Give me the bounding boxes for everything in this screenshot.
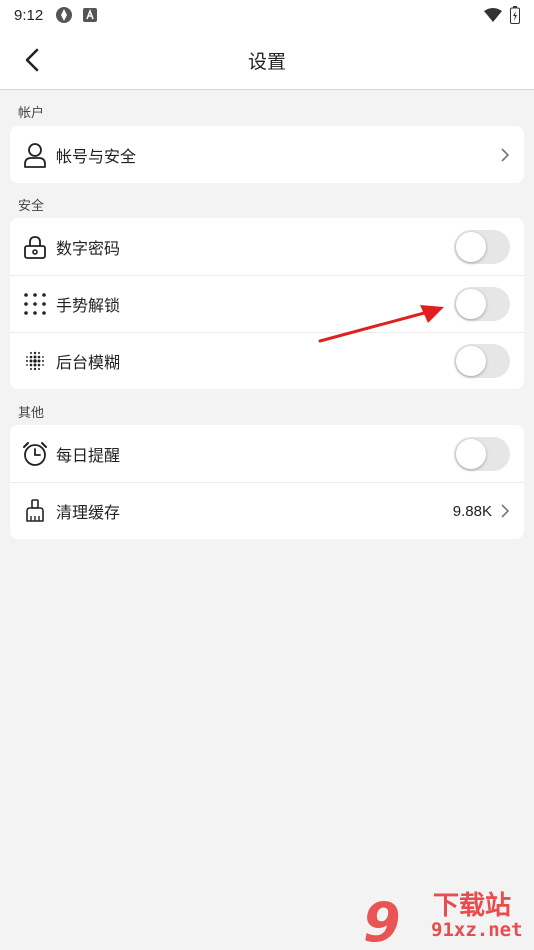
digital-password-label: 数字密码	[56, 238, 121, 258]
status-bar: 9:12	[0, 0, 534, 30]
status-time: 9:12	[14, 6, 44, 24]
gesture-unlock-label: 手势解锁	[56, 296, 121, 315]
dot-grid-icon	[22, 291, 48, 317]
clear-cache-label: 清理缓存	[56, 503, 121, 522]
gesture-unlock-toggle[interactable]	[454, 287, 510, 321]
watermark-text: 下载站	[433, 891, 512, 921]
alarm-clock-icon	[22, 441, 48, 467]
page-title: 设置	[247, 51, 286, 73]
app-bar: 设置	[0, 30, 534, 90]
watermark-number: 9	[363, 891, 401, 950]
text-notification-icon	[83, 8, 98, 22]
account-security-row[interactable]: 帐号与安全	[10, 126, 524, 183]
app-notification-icon	[56, 7, 73, 23]
watermark-logo: 9 下载站 91xz.net	[363, 885, 533, 950]
clear-cache-row[interactable]: 清理缓存 9.88K	[10, 482, 524, 539]
blur-icon	[22, 348, 48, 374]
digital-password-row: 数字密码	[10, 218, 524, 275]
cache-size-value: 9.88K	[452, 502, 492, 520]
other-card: 每日提醒 清理缓存 9.88K	[10, 425, 524, 539]
section-label-security: 安全	[18, 199, 45, 214]
account-security-label: 帐号与安全	[56, 146, 137, 166]
chevron-right-icon	[501, 504, 510, 518]
battery-icon	[510, 6, 520, 24]
section-label-other: 其他	[18, 406, 45, 421]
watermark-site: 91xz.net	[431, 919, 523, 941]
daily-reminder-row: 每日提醒	[10, 425, 524, 482]
background-blur-toggle[interactable]	[454, 344, 510, 378]
daily-reminder-label: 每日提醒	[56, 445, 121, 465]
lock-icon	[22, 234, 48, 260]
background-blur-label: 后台模糊	[56, 353, 121, 372]
user-icon	[22, 142, 48, 168]
account-card: 帐号与安全	[10, 126, 524, 183]
broom-icon	[22, 498, 48, 524]
red-annotation-arrow-icon	[318, 305, 444, 343]
wifi-icon	[484, 8, 502, 22]
chevron-right-icon	[501, 147, 510, 162]
digital-password-toggle[interactable]	[454, 229, 510, 264]
daily-reminder-toggle[interactable]	[454, 436, 510, 471]
section-label-account: 帐户	[18, 106, 45, 121]
